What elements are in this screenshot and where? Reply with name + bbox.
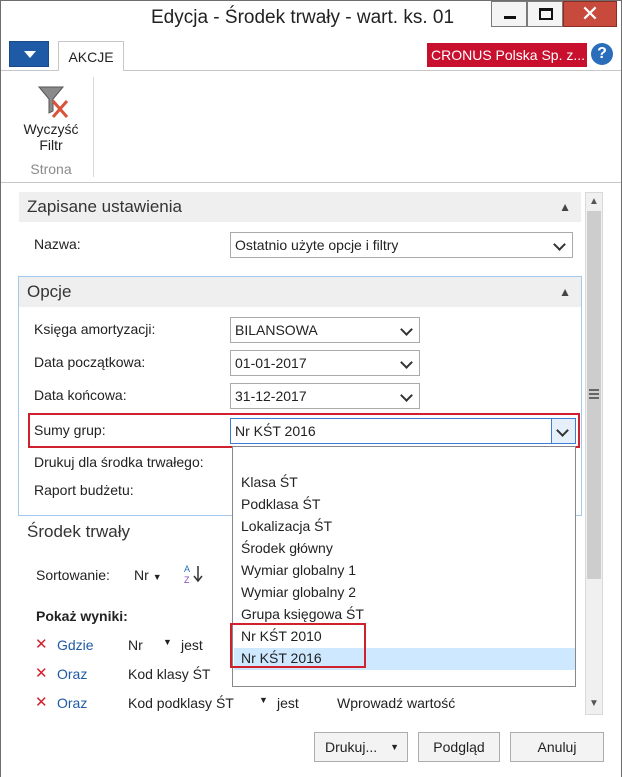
section-fixed-asset-title: Środek trwały bbox=[27, 522, 130, 541]
highlight-kst-items bbox=[230, 623, 366, 668]
clear-filter-icon bbox=[37, 86, 69, 118]
ledger-select-value: BILANSOWA bbox=[235, 322, 318, 338]
filter-field[interactable]: Kod podklasy ŚT bbox=[128, 695, 234, 711]
clear-filter-label-line2: Filtr bbox=[39, 137, 63, 153]
svg-text:A: A bbox=[184, 564, 190, 574]
remove-filter-icon[interactable]: ✕ bbox=[35, 664, 48, 682]
chevron-up-icon[interactable]: ▲ bbox=[559, 192, 571, 222]
chevron-down-icon[interactable]: ▼ bbox=[259, 695, 268, 705]
dropdown-item[interactable]: Wymiar globalny 2 bbox=[241, 584, 356, 600]
clear-filter-button[interactable] bbox=[19, 83, 83, 121]
print-for-asset-label: Drukuj dla środka trwałego: bbox=[34, 454, 204, 470]
filter-connector-link[interactable]: Oraz bbox=[57, 666, 87, 682]
scroll-down-icon[interactable]: ▼ bbox=[587, 697, 601, 711]
ledger-select[interactable]: BILANSOWA bbox=[230, 317, 420, 343]
ribbon-body bbox=[1, 71, 621, 183]
chevron-down-icon: ▼ bbox=[152, 572, 162, 582]
dropdown-item[interactable]: Środek główny bbox=[241, 540, 333, 556]
sort-az-icon[interactable]: A Z bbox=[182, 563, 206, 585]
close-button[interactable]: ✕ bbox=[563, 1, 617, 27]
scroll-up-icon[interactable]: ▲ bbox=[587, 195, 601, 209]
chevron-down-icon[interactable]: ▼ bbox=[163, 637, 172, 647]
section-saved-settings-header[interactable]: Zapisane ustawienia ▲ bbox=[19, 192, 581, 222]
cancel-button[interactable]: Anuluj bbox=[510, 732, 604, 762]
chevron-down-icon: ▼ bbox=[390, 742, 399, 752]
section-saved-settings-title: Zapisane ustawienia bbox=[27, 197, 182, 216]
chevron-down-icon bbox=[401, 384, 413, 408]
clear-filter-label[interactable]: Wyczyść Filtr bbox=[15, 121, 87, 153]
filter-connector-link[interactable]: Gdzie bbox=[57, 637, 94, 653]
name-select-value: Ostatnio użyte opcje i filtry bbox=[235, 237, 399, 253]
tab-akcje[interactable]: AKCJE bbox=[58, 41, 124, 72]
section-options-header[interactable]: Opcje ▲ bbox=[19, 277, 581, 307]
start-date-select[interactable]: 01-01-2017 bbox=[230, 350, 420, 376]
filter-value-input[interactable]: Wprowadź wartość bbox=[337, 695, 455, 711]
filter-operator[interactable]: jest bbox=[181, 637, 203, 653]
remove-filter-icon[interactable]: ✕ bbox=[35, 693, 48, 711]
app-menu-button[interactable] bbox=[9, 41, 49, 67]
remove-filter-icon[interactable]: ✕ bbox=[35, 635, 48, 653]
name-select[interactable]: Ostatnio użyte opcje i filtry bbox=[230, 232, 573, 258]
ledger-label: Księga amortyzacji: bbox=[34, 321, 156, 337]
print-button[interactable]: Drukuj... ▼ bbox=[314, 732, 408, 762]
dropdown-item[interactable]: Grupa księgowa ŚT bbox=[241, 606, 364, 622]
minimize-button[interactable] bbox=[491, 1, 527, 27]
dropdown-item[interactable]: Podklasa ŚT bbox=[241, 496, 320, 512]
maximize-button[interactable] bbox=[527, 1, 563, 27]
end-date-select[interactable]: 31-12-2017 bbox=[230, 383, 420, 409]
chevron-up-icon[interactable]: ▲ bbox=[559, 277, 571, 307]
chevron-down-icon bbox=[554, 233, 566, 257]
help-icon[interactable]: ? bbox=[591, 43, 613, 65]
company-badge[interactable]: CRONUS Polska Sp. z... bbox=[427, 43, 587, 67]
end-date-label: Data końcowa: bbox=[34, 387, 127, 403]
scrollbar-grip-icon bbox=[589, 389, 599, 399]
show-results-label: Pokaż wyniki: bbox=[36, 608, 128, 624]
sort-select-value: Nr bbox=[134, 567, 149, 583]
sort-label: Sortowanie: bbox=[36, 567, 110, 583]
dropdown-item[interactable]: Lokalizacja ŚT bbox=[241, 518, 332, 534]
dropdown-item[interactable]: Wymiar globalny 1 bbox=[241, 562, 356, 578]
filter-connector-link[interactable]: Oraz bbox=[57, 695, 87, 711]
print-button-label: Drukuj... bbox=[325, 739, 378, 755]
start-date-label: Data początkowa: bbox=[34, 354, 146, 370]
chevron-down-icon bbox=[401, 351, 413, 375]
window-title: Edycja - Środek trwały - wart. ks. 01 bbox=[151, 7, 455, 28]
svg-text:Z: Z bbox=[184, 575, 190, 585]
filter-field[interactable]: Kod klasy ŚT bbox=[128, 666, 210, 682]
highlight-group-totals bbox=[28, 413, 580, 448]
start-date-value: 01-01-2017 bbox=[235, 355, 307, 371]
budget-report-label: Raport budżetu: bbox=[34, 482, 134, 498]
ribbon-divider bbox=[93, 77, 94, 177]
filter-operator[interactable]: jest bbox=[277, 695, 299, 711]
dropdown-item[interactable]: Klasa ŚT bbox=[241, 474, 298, 490]
preview-button[interactable]: Podgląd bbox=[418, 732, 500, 762]
name-label: Nazwa: bbox=[34, 236, 81, 252]
section-options-title: Opcje bbox=[27, 282, 72, 301]
ribbon-group-label: Strona bbox=[30, 161, 72, 177]
filter-field[interactable]: Nr bbox=[128, 637, 143, 653]
clear-filter-label-line1: Wyczyść bbox=[23, 121, 79, 137]
end-date-value: 31-12-2017 bbox=[235, 388, 307, 404]
chevron-down-icon bbox=[401, 318, 413, 342]
dialog-window: Edycja - Środek trwały - wart. ks. 01 ✕ … bbox=[0, 0, 622, 777]
title-bar: Edycja - Środek trwały - wart. ks. 01 ✕ bbox=[1, 1, 621, 37]
sort-select[interactable]: Nr ▼ bbox=[134, 567, 162, 583]
